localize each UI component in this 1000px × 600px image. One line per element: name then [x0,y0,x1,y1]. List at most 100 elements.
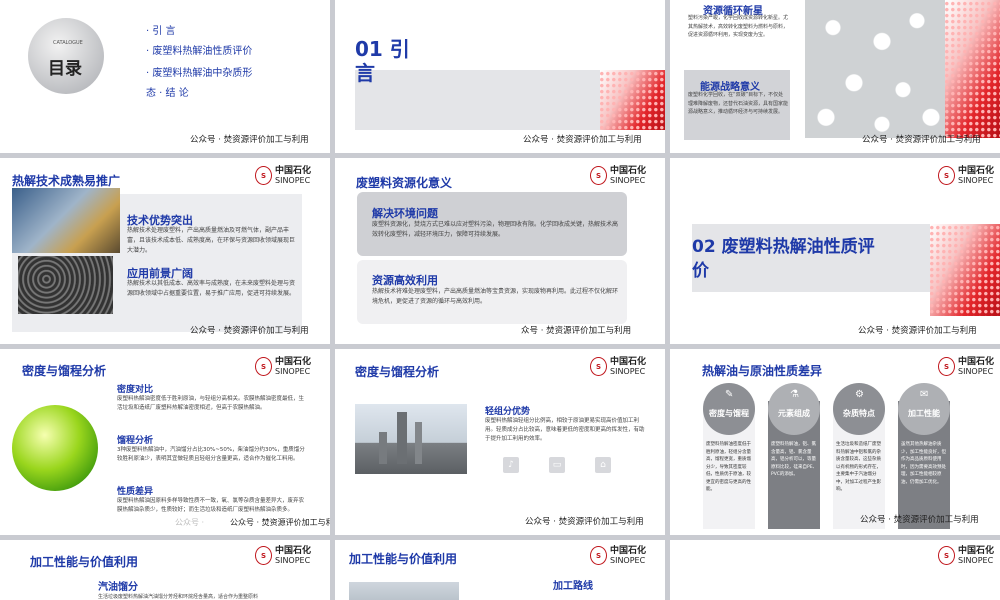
watermark: 公众号 · [175,518,205,527]
sinopec-mark-icon: S [590,166,607,185]
sinopec-mark-icon: S [590,357,607,376]
processing-image [349,582,459,600]
feather-icon: ✎ [725,389,734,400]
sinopec-logo: S 中国石化 SINOPEC [590,357,646,376]
refinery-image [355,404,467,474]
footer: 公众号 · 焚资源评价加工与利用 [523,135,642,145]
title-band [355,70,600,130]
toc-item-1[interactable]: · 引 言 [146,22,176,37]
section-title-line1: 02 废塑料热解油性质评 [692,237,875,257]
footer: 众号 · 焚资源评价加工与利用 [521,326,632,336]
slide-processing-value-1[interactable]: 加工性能与价值利用 S 中国石化 SINOPEC 汽油馏分 生活垃圾废塑料热解油汽油… [0,540,330,600]
slide-title: 密度与馏程分析 [355,365,440,379]
footer: 公众号 · 焚资源评价加工与利用 [860,515,979,525]
chat-icon: ✉ [920,389,929,400]
slide-title: 废塑料资源化意义 [356,176,453,190]
slide-title: 热解技术成熟易推广 [12,174,121,188]
text-property-diff: 废塑料热解油因原料多样导致性质不一致，氧、氯等杂质含量差异大，废弃农膜热解油杂质… [117,498,305,513]
plastic-pellets-image [805,0,945,138]
sinopec-logo: S 中国石化 SINOPEC [938,166,994,185]
sinopec-logo: S 中国石化 SINOPEC [938,357,994,376]
bank-icon[interactable]: ⌂ [595,457,611,473]
heading-process-route: 加工路线 [553,581,593,592]
sinopec-mark-icon: S [255,357,272,376]
footer: 公众号 · 焚资源评价加工与利用 [858,326,977,336]
card-label-1: 密度与馏程 [709,409,749,418]
section-title-line2: 价 [692,261,709,281]
sinopec-logo: S 中国石化 SINOPEC [255,166,311,185]
slide-section-01[interactable]: 01 引 言 公众号 · 焚资源评价加工与利用 [335,0,665,153]
flask-icon: ⚗ [790,389,799,400]
coal-image [18,256,113,314]
card-text-2: 废塑料热解油，铝、氯含量高，铝、氯含量高，铝分析可以，等量原料比较，硅来自PE、… [771,442,818,477]
heading-efficiency: 资源高效利用 [372,274,438,287]
text-resource-cycle: 塑料污染严峻，化学回收成资源转化新星。尤其热解技术，高效转化废塑料为燃料与原料，… [688,15,789,38]
heading-gasoline: 汽油馏分 [98,582,138,593]
red-dot-graphic [930,224,1000,316]
slide-title: 密度与馏程分析 [22,364,107,378]
card-text-3: 生活垃圾和造纸厂废塑料热解油中铝和氯的杂质含量较高，这些杂质以有机物的形式存在，… [836,442,881,492]
text-light-fraction: 废塑料热解油轻组分比例高，相较于原油更易实现高价值加工利用。轻质成分占比较高，意… [485,418,645,442]
text-distillation: 3种废塑料热解油中，汽油馏分占比30%~50%，柴油馏分约30%，重质馏分较胜利… [117,447,305,462]
text-gasoline: 生活垃圾废塑料热解油汽油馏分芳烃和环烷烃含量高，适合作为重整原料 [98,594,259,600]
footer: 公众号 · 焚资源评价加工与利用 [230,518,330,527]
toc-item-3[interactable]: · 废塑料热解油中杂质形 [146,64,252,79]
footer: 公众号 · 焚资源评价加工与利用 [525,517,644,527]
tank-image [12,188,120,253]
catalogue-label: CATALOGUE [53,40,83,46]
slide-blank[interactable]: S 中国石化 SINOPEC [670,540,1000,600]
card-label-3: 杂质特点 [843,409,875,418]
text-efficiency: 热解技术将难处理废塑料，产出高质量燃油等宝贵资源，实现废物再利用。此过程不仅化解… [372,288,619,305]
bell-icon[interactable]: ♪ [503,457,519,473]
slide-title: 热解油与原油性质差异 [702,364,823,378]
heading-environment: 解决环境问题 [372,207,438,220]
sinopec-logo: S 中国石化 SINOPEC [255,357,311,376]
toc-item-4[interactable]: 态 · 结 论 [146,84,189,99]
sinopec-mark-icon: S [255,546,272,565]
green-droplet-image [12,405,98,491]
refinery-tower [415,422,422,464]
sinopec-mark-icon: S [938,166,955,185]
text-energy: 废塑料化学回收，在“双碳”目标下，不仅处理难降解废物，还替代石油资源，具有国家能… [688,92,789,115]
sinopec-logo: S 中国石化 SINOPEC [590,166,646,185]
text-tech-advantage: 热解技术处理废塑料，产出高质量燃油及可燃气体，副产品丰富，且该技术成本低、成熟度… [127,227,296,254]
card-text-4: 虽然其他热解油杂质少，加工性能良好，但作为高品质原料使用时，因为需要高效预处理，… [901,442,946,485]
slide-pyrolysis-tech[interactable]: 热解技术成熟易推广 S 中国石化 SINOPEC 技术优势突出 热解技术处理废塑料，… [0,158,330,344]
monitor-icon[interactable]: ▭ [549,457,565,473]
slide-title: 加工性能与价值利用 [349,552,458,566]
slide-processing-value-2[interactable]: 加工性能与价值利用 S 中国石化 SINOPEC 加工路线 [335,540,665,600]
slide-section-02[interactable]: S 中国石化 SINOPEC 02 废塑料热解油性质评 价 公众号 · 焚资源评价加… [670,158,1000,344]
slide-property-difference[interactable]: 热解油与原油性质差异 S 中国石化 SINOPEC ✎ ⚗ ⚙ ✉ 密度与馏程 元素… [670,349,1000,535]
sinopec-mark-icon: S [938,546,955,565]
sinopec-mark-icon: S [255,166,272,185]
refinery-tower [397,412,407,464]
sinopec-mark-icon: S [938,357,955,376]
sinopec-logo: S 中国石化 SINOPEC [590,546,646,565]
slide-light-fraction[interactable]: 密度与馏程分析 S 中国石化 SINOPEC 轻组分优势 废塑料热解油轻组分比例高，… [335,349,665,535]
card-label-2: 元素组成 [778,409,810,418]
heading-property-diff: 性质差异 [117,487,154,497]
slide-catalogue[interactable]: CATALOGUE 目录 · 引 言 · 废塑料热解油性质评价 · 废塑料热解油… [0,0,330,153]
card-text-1: 废塑料热解油密度低于胜利原油，轻组分含量高，馏程更宽，重质馏分少，导致其密度较低… [706,442,751,492]
footer: 公众号 · 焚资源评价加工与利用 [190,326,309,336]
slide-density-distillation[interactable]: 密度与馏程分析 S 中国石化 SINOPEC 密度对比 废塑料热解油密度低于胜利原油… [0,349,330,535]
heading-density: 密度对比 [117,385,154,395]
text-density: 废塑料热解油密度低于胜利原油，与轻组分高相关。农膜热解油密度最低，生活垃圾和造纸… [117,396,305,411]
sinopec-mark-icon: S [590,546,607,565]
catalogue-title: 目录 [48,59,82,79]
footer: 公众号 · 焚资源评价加工与利用 [862,135,981,145]
slide-title: 加工性能与价值利用 [30,555,139,569]
sinopec-logo: S 中国石化 SINOPEC [255,546,311,565]
card-label-4: 加工性能 [908,409,940,418]
sinopec-logo: S 中国石化 SINOPEC [938,546,994,565]
slide-resource-cycle[interactable]: 资源循环新星 塑料污染严峻，化学回收成资源转化新星。尤其热解技术，高效转化废塑料… [670,0,1000,153]
slide-resource-significance[interactable]: 废塑料资源化意义 S 中国石化 SINOPEC 解决环境问题 废塑料资源化，焚烧方式… [335,158,665,344]
toc-item-2[interactable]: · 废塑料热解油性质评价 [146,42,252,57]
text-environment: 废塑料资源化，焚烧方式已难以应对塑料污染，物理回收有限。化学回收成关键，热解技术… [372,221,619,238]
red-dot-graphic [945,0,1000,138]
footer: 公众号 · 焚资源评价加工与利用 [190,135,309,145]
heading-distillation: 馏程分析 [117,436,154,446]
gear-icon: ⚙ [855,389,864,400]
heading-light-fraction: 轻组分优势 [485,407,531,417]
text-prospect: 热解技术以其低成本、高效率与成熟度，在未来废塑料处理与资源回收领域中占据重要位置… [127,280,296,297]
